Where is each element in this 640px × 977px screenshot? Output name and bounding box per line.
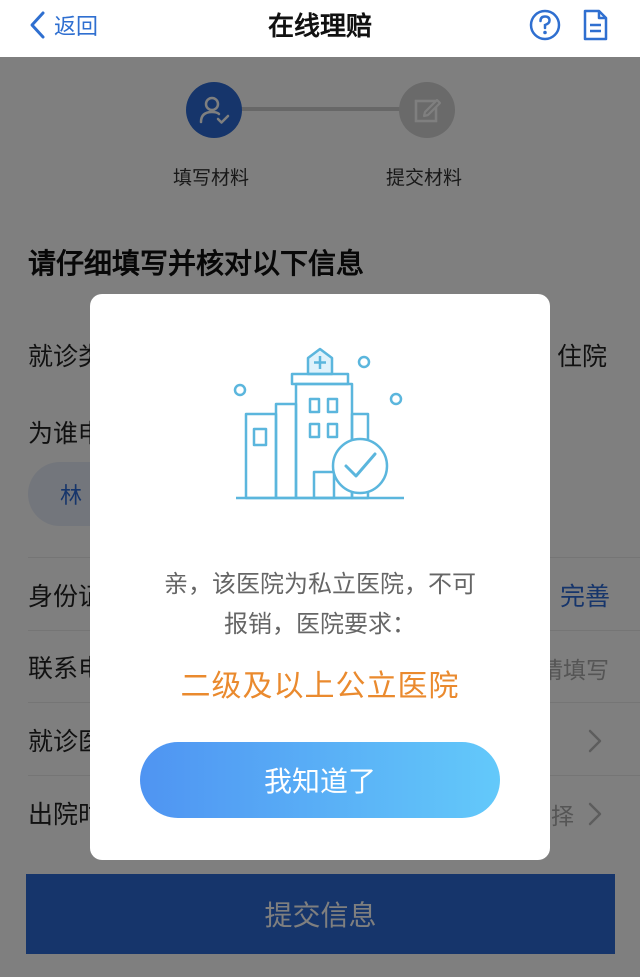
dialog-message-line2: 报销，医院要求： [224,610,416,638]
help-icon[interactable] [528,8,562,42]
top-nav: 返回 在线理赔 [0,0,640,57]
dialog-message: 亲，该医院为私立医院，不可 报销，医院要求： [120,564,520,644]
dialog-message-line1: 亲，该医院为私立医院，不可 [164,570,476,598]
confirm-button[interactable]: 我知道了 [140,742,500,818]
document-icon[interactable] [578,8,612,42]
hospital-requirement: 二级及以上公立医院 [180,669,460,704]
private-hospital-dialog: 亲，该医院为私立医院，不可 报销，医院要求： 二级及以上公立医院 我知道了 [90,294,550,860]
hospital-icon [233,347,404,500]
